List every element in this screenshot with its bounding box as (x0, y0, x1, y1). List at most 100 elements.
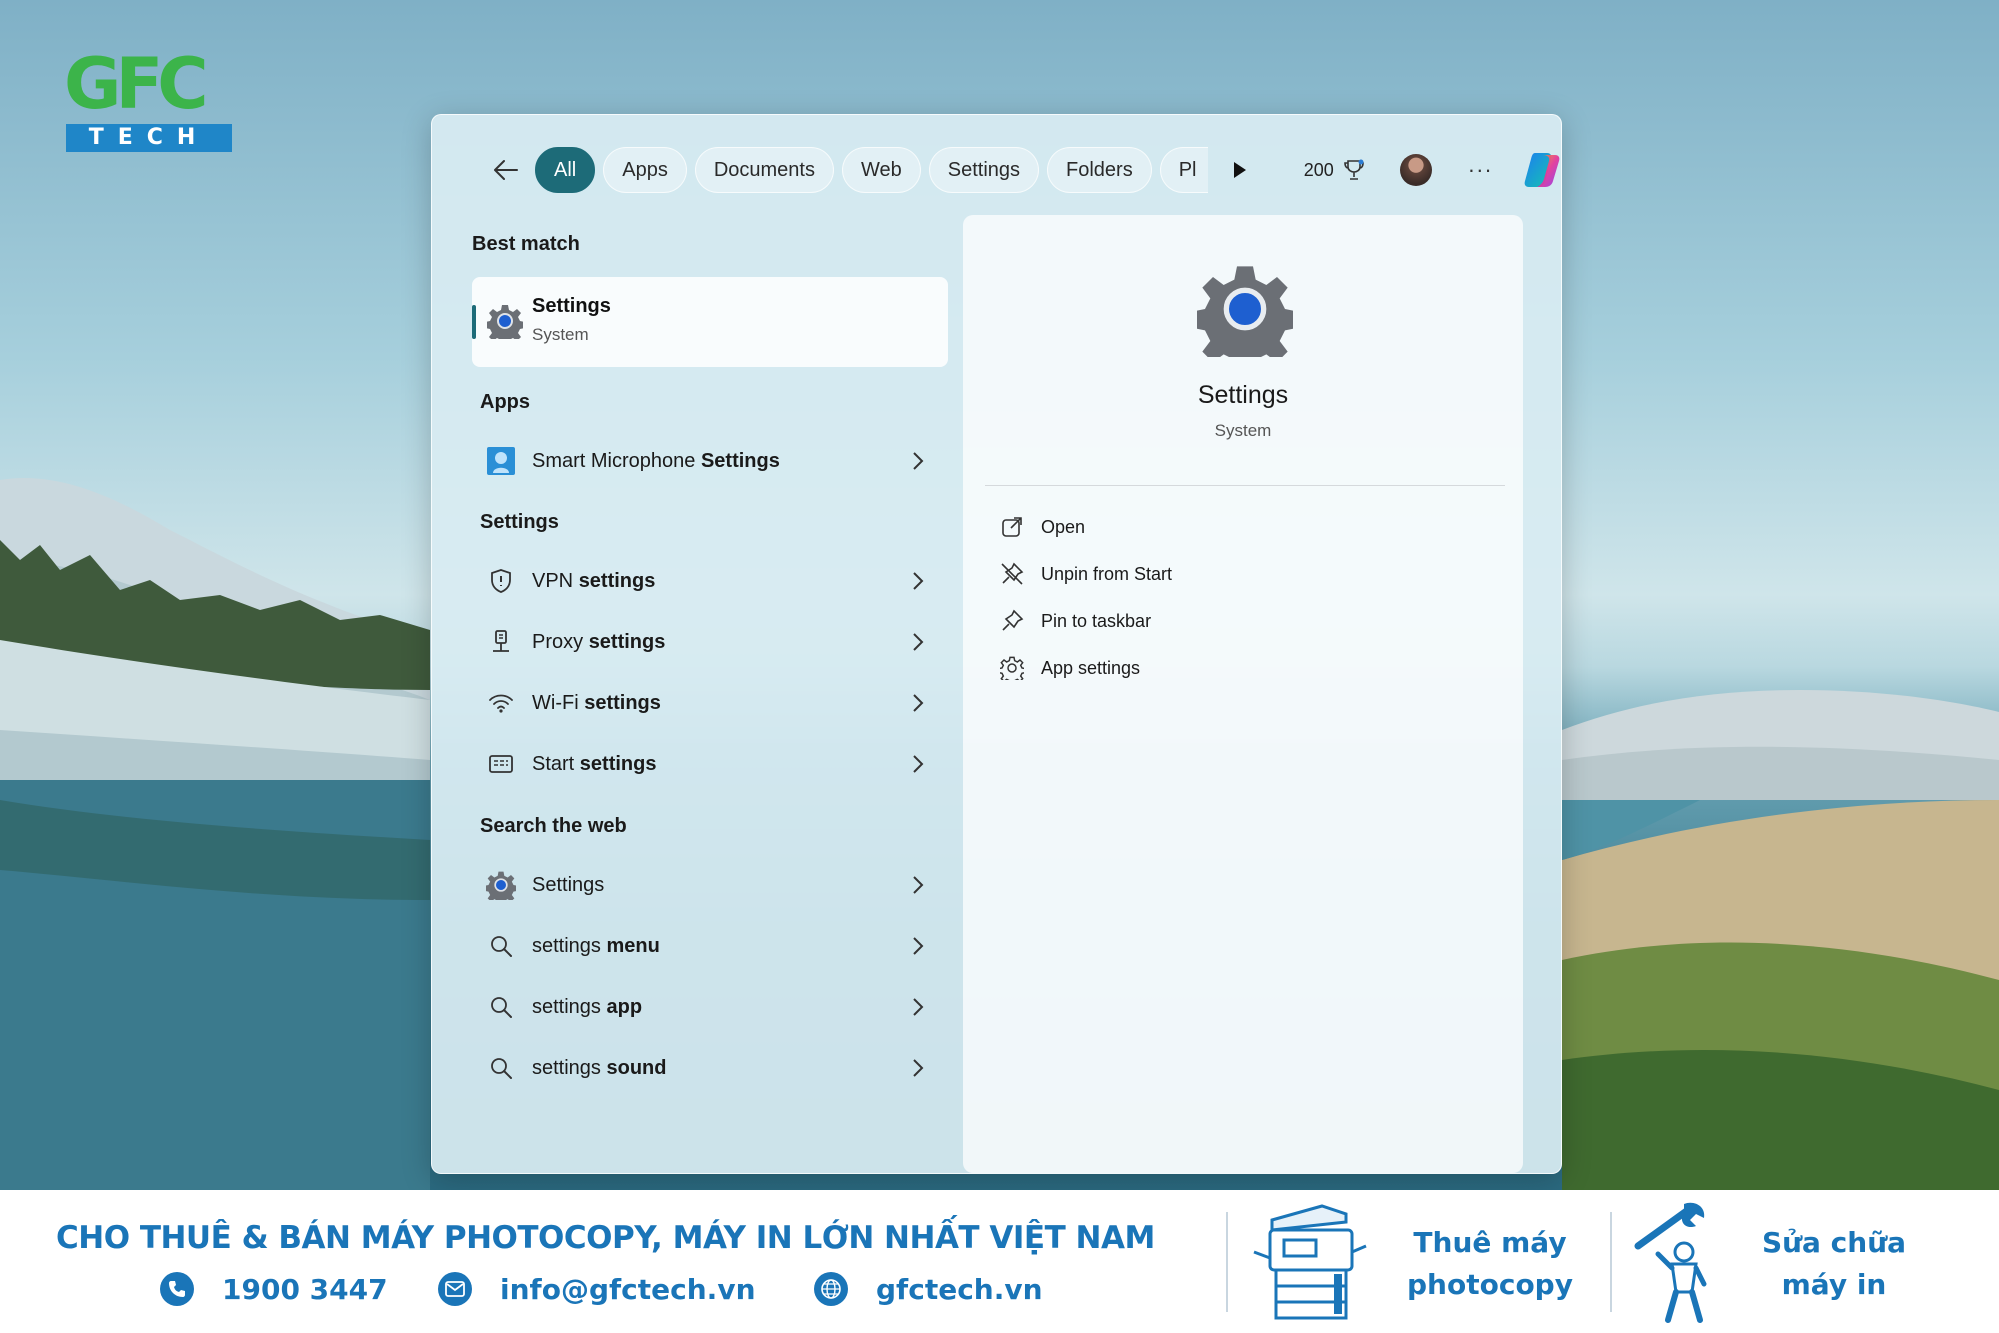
globe-icon (814, 1272, 848, 1306)
action-app-settings[interactable]: App settings (999, 651, 1140, 685)
settings-heading: Settings (480, 511, 559, 533)
action-label: App settings (1041, 657, 1141, 678)
chevron-right-icon (913, 452, 924, 470)
search-icon (486, 1053, 516, 1083)
web-result-settings[interactable]: Settings (472, 859, 948, 911)
result-label: settings app (532, 995, 643, 1018)
chevron-right-icon (913, 1059, 924, 1077)
service2-line2: máy in (1781, 1268, 1887, 1301)
action-open[interactable]: Open (999, 510, 1085, 544)
gfc-tech-logo: GFC TECH (64, 44, 232, 154)
filter-photos-truncated[interactable]: Pl (1159, 147, 1208, 193)
wifi-icon (486, 688, 516, 718)
filter-documents[interactable]: Documents (694, 147, 834, 193)
scroll-filters-button[interactable] (1220, 150, 1260, 190)
chevron-right-icon (913, 694, 924, 712)
filter-apps[interactable]: Apps (603, 147, 687, 193)
chevron-right-icon (913, 633, 924, 651)
preview-subtitle: System (1214, 421, 1272, 440)
service1-line2: photocopy (1407, 1268, 1573, 1301)
unpin-icon (999, 561, 1025, 587)
logo-subtext: TECH (66, 124, 232, 152)
banner-headline: CHO THUÊ & BÁN MÁY PHOTOCOPY, MÁY IN LỚN… (56, 1220, 1155, 1256)
filter-folders[interactable]: Folders (1047, 147, 1152, 193)
best-match-heading: Best match (472, 233, 580, 255)
action-label: Open (1041, 516, 1086, 537)
result-label: Proxy settings (532, 630, 666, 653)
web-result-settings-app[interactable]: settings app (472, 981, 948, 1033)
back-button[interactable] (487, 151, 525, 189)
website-url: gfctech.vn (876, 1272, 1043, 1306)
rewards-points[interactable]: 200 (1304, 158, 1366, 182)
shield-icon (486, 566, 516, 596)
more-options-button[interactable]: ··· (1468, 157, 1493, 183)
best-match-title: Settings (532, 295, 611, 317)
result-preview-pane: Settings System Open Unpin from Start Pi… (963, 215, 1523, 1173)
gear-outline-icon (999, 655, 1025, 681)
proxy-icon (486, 627, 516, 657)
result-proxy-settings[interactable]: Proxy settings (472, 616, 948, 668)
settings-large-icon (1191, 261, 1299, 373)
web-result-settings-menu[interactable]: settings menu (472, 920, 948, 972)
photocopier-icon (1250, 1200, 1370, 1329)
selection-indicator (472, 305, 476, 339)
filter-web[interactable]: Web (841, 147, 921, 193)
user-avatar[interactable] (1399, 154, 1432, 186)
chevron-right-icon (913, 998, 924, 1016)
contact-website: gfctech.vn (814, 1272, 1043, 1306)
action-label: Unpin from Start (1041, 563, 1173, 584)
settings-gear-icon (486, 870, 516, 900)
windows-search-panel: All Apps Documents Web Settings Folders … (431, 114, 1562, 1174)
email-address: info@gfctech.vn (500, 1272, 756, 1306)
web-result-settings-sound[interactable]: settings sound (472, 1042, 948, 1094)
search-the-web-heading: Search the web (480, 815, 627, 837)
email-icon (438, 1272, 472, 1306)
search-filter-bar: All Apps Documents Web Settings Folders … (487, 145, 1563, 195)
action-unpin-from-start[interactable]: Unpin from Start (999, 557, 1172, 591)
contact-phone: 1900 3447 (160, 1272, 388, 1306)
chevron-right-icon (913, 755, 924, 773)
filter-settings[interactable]: Settings (928, 147, 1040, 193)
search-icon (486, 992, 516, 1022)
rewards-points-value: 200 (1303, 159, 1334, 180)
settings-app-icon (485, 303, 525, 345)
filter-all[interactable]: All (535, 147, 596, 193)
result-vpn-settings[interactable]: VPN settings (472, 555, 948, 607)
banner-divider (1226, 1212, 1228, 1312)
advertising-banner: CHO THUÊ & BÁN MÁY PHOTOCOPY, MÁY IN LỚN… (0, 1190, 1999, 1333)
service2-line1: Sửa chữa (1761, 1226, 1907, 1259)
smart-microphone-icon (486, 446, 516, 476)
result-label: Smart Microphone Settings (532, 449, 780, 472)
service-rent-photocopy: Thuê máy photocopy (1390, 1222, 1590, 1306)
copilot-button[interactable] (1521, 149, 1563, 191)
play-icon (1233, 162, 1246, 178)
result-label: Wi-Fi settings (532, 691, 661, 714)
best-match-result[interactable]: Settings System (472, 277, 948, 367)
back-arrow-icon (494, 160, 518, 180)
apps-heading: Apps (480, 391, 530, 413)
search-icon (486, 931, 516, 961)
result-label: settings sound (532, 1056, 667, 1079)
result-wifi-settings[interactable]: Wi-Fi settings (472, 677, 948, 729)
result-label: settings menu (532, 934, 660, 957)
start-menu-icon (486, 749, 516, 779)
service1-line1: Thuê máy (1413, 1226, 1567, 1259)
copilot-icon (1524, 153, 1560, 187)
service-printer-repair: Sửa chữa máy in (1734, 1222, 1934, 1306)
phone-number: 1900 3447 (222, 1272, 388, 1306)
chevron-right-icon (913, 876, 924, 894)
chevron-right-icon (913, 937, 924, 955)
action-pin-to-taskbar[interactable]: Pin to taskbar (999, 604, 1151, 638)
contact-email: info@gfctech.vn (438, 1272, 756, 1306)
result-start-settings[interactable]: Start settings (472, 738, 948, 790)
result-label: Settings (532, 873, 605, 896)
result-smart-microphone-settings[interactable]: Smart Microphone Settings (472, 435, 948, 487)
logo-text: GFC (64, 43, 209, 125)
banner-divider (1610, 1212, 1612, 1312)
preview-divider (985, 485, 1505, 486)
chevron-right-icon (913, 572, 924, 590)
rewards-trophy-icon (1343, 159, 1364, 180)
pin-icon (999, 608, 1025, 634)
preview-title: Settings (1197, 381, 1289, 409)
best-match-subtitle: System (532, 325, 589, 344)
